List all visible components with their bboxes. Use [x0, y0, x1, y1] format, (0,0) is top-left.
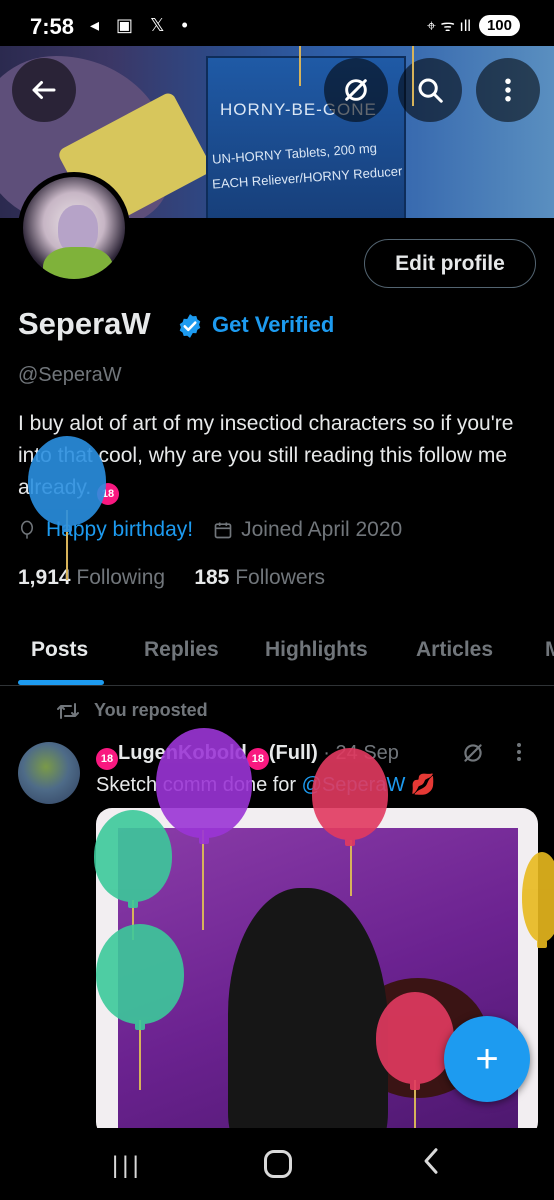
status-right-icons: ⌖ ᯤ ıll 100: [427, 14, 520, 36]
balloon-blue: [28, 436, 106, 532]
balloon-string: [202, 830, 204, 930]
balloon-yellow: [522, 852, 554, 948]
adult-badge-icon: 18: [246, 748, 269, 770]
edit-profile-button[interactable]: Edit profile: [364, 239, 536, 288]
repost-icon: [57, 702, 79, 719]
status-time: 7:58: [30, 14, 75, 39]
more-options-icon[interactable]: [514, 740, 524, 770]
avatar-art: [43, 247, 113, 279]
balloon-string: [412, 46, 414, 106]
search-icon: [418, 78, 443, 103]
profile-handle: @SeperaW: [18, 364, 122, 386]
chevron-left-icon: [424, 1148, 438, 1174]
battery-icon: 100: [478, 14, 520, 36]
balloon-string: [139, 1020, 141, 1090]
calendar-icon: [214, 522, 232, 539]
balloon-string: [350, 840, 352, 896]
tab-media[interactable]: M: [545, 638, 554, 662]
profile-avatar[interactable]: [18, 172, 130, 284]
more-options-button[interactable]: [476, 58, 540, 122]
balloon-purple: [156, 728, 252, 844]
back-button[interactable]: [12, 58, 76, 122]
repost-label: You reposted: [94, 700, 208, 720]
compose-post-button[interactable]: +: [444, 1016, 530, 1102]
verified-badge-icon: [176, 312, 204, 345]
search-button[interactable]: [398, 58, 462, 122]
post-author-suffix: (Full): [268, 742, 318, 764]
art-figure: [228, 888, 388, 1138]
home-button[interactable]: [264, 1150, 292, 1178]
profile-tabs: Posts Replies Highlights Articles M: [0, 620, 554, 686]
arrow-left-icon: [32, 81, 56, 99]
get-verified-link[interactable]: Get Verified: [212, 312, 334, 338]
active-tab-indicator: [18, 680, 104, 685]
system-back-button[interactable]: [420, 1146, 442, 1184]
grok-icon: [345, 79, 367, 101]
following-link[interactable]: 1,914 Following: [18, 566, 165, 589]
balloon-string: [299, 46, 301, 86]
more-vertical-icon: [505, 78, 511, 102]
balloon-green: [96, 924, 184, 1030]
signal-icon: ⌖ ᯤ ıll: [426, 18, 471, 35]
follow-stats: 1,914 Following 185 Followers: [18, 566, 325, 590]
tab-replies[interactable]: Replies: [144, 638, 219, 662]
post-author-avatar[interactable]: [18, 742, 80, 804]
system-navigation-bar: |||: [0, 1128, 554, 1200]
lips-emoji: 💋: [410, 774, 436, 796]
tab-posts[interactable]: Posts: [31, 638, 88, 662]
balloon-red: [312, 748, 388, 846]
adult-badge-icon: 18: [96, 748, 118, 770]
notification-icons: ◂ ▣ 𝕏 •: [90, 15, 194, 35]
grok-button[interactable]: [324, 58, 388, 122]
balloon-red: [376, 992, 454, 1090]
balloon-green: [94, 810, 172, 908]
followers-link[interactable]: 185 Followers: [194, 566, 325, 589]
joined-date: Joined April 2020: [241, 518, 403, 541]
grok-icon[interactable]: [460, 740, 486, 771]
repost-indicator: You reposted: [56, 700, 208, 721]
tab-highlights[interactable]: Highlights: [265, 638, 368, 662]
recent-apps-button[interactable]: |||: [112, 1152, 143, 1180]
balloon-icon: [21, 520, 33, 539]
tab-articles[interactable]: Articles: [416, 638, 493, 662]
profile-name: SeperaW: [18, 306, 151, 341]
plus-icon: +: [475, 1036, 499, 1081]
